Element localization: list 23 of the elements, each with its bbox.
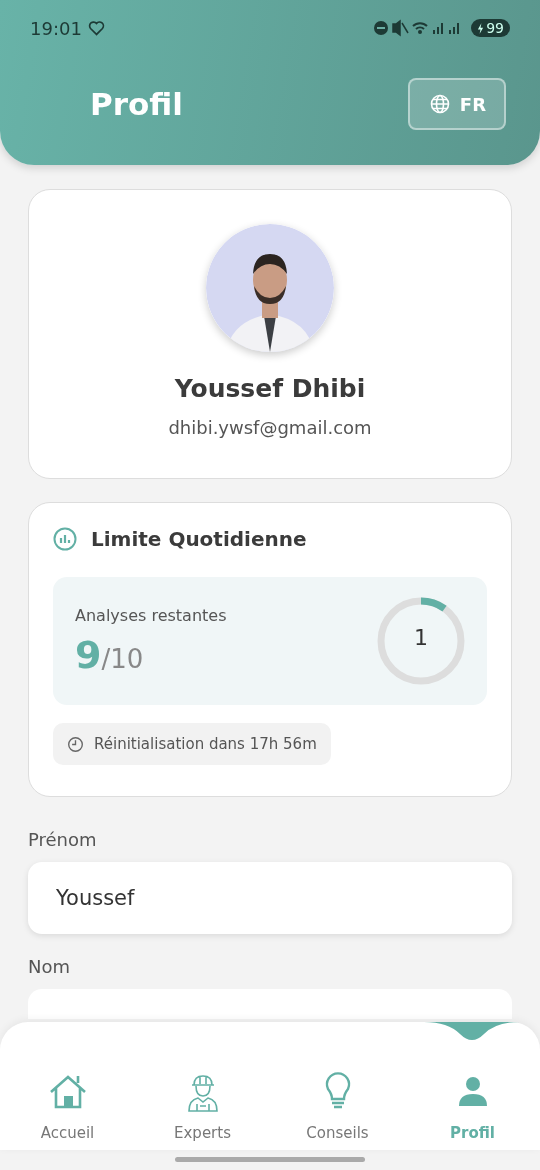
battery-indicator: 99 (471, 19, 510, 37)
remaining-label: Analyses restantes (75, 605, 227, 625)
nav-tab[interactable]: Conseils (270, 1046, 405, 1150)
reset-text: Réinitialisation dans 17h 56m (94, 735, 317, 753)
chart-icon (53, 527, 77, 551)
user-name: Youssef Dhibi (174, 374, 366, 403)
field-label: Prénom (28, 829, 98, 850)
heart-icon (87, 19, 105, 37)
globe-icon (429, 94, 450, 114)
input-field[interactable]: Youssef (28, 862, 512, 934)
language-button[interactable]: FR (407, 78, 506, 130)
user-email: dhibi.ywsf@gmail.com (168, 417, 372, 438)
card-title: Limite Quotidienne (91, 527, 307, 551)
nav-tab[interactable]: Experts (135, 1046, 270, 1150)
total-count: /10 (101, 643, 144, 674)
page-title: Profil (90, 86, 183, 122)
used-count: 1 (413, 625, 429, 650)
clock-icon (67, 735, 84, 753)
field-label: Nom (28, 956, 71, 977)
remaining-count: 9 (75, 632, 102, 677)
status-time: 19:01 (30, 17, 82, 39)
nav-tab[interactable]: Profil (405, 1046, 540, 1150)
nav-tab[interactable]: Accueil (0, 1046, 135, 1150)
